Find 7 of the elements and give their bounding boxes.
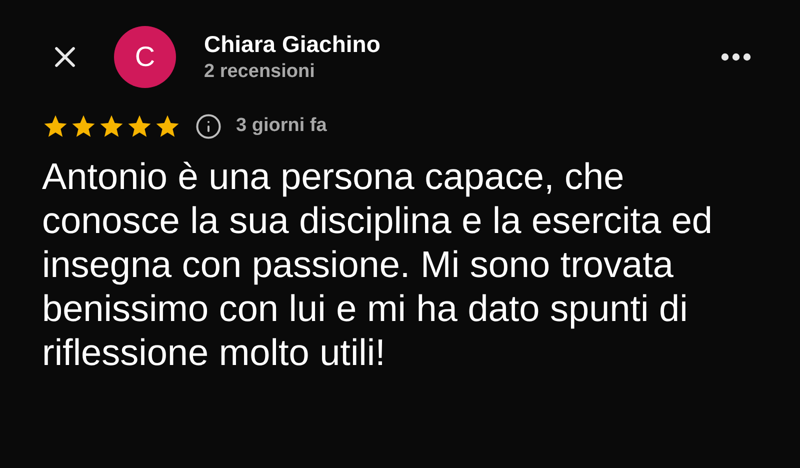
more-icon bbox=[721, 53, 751, 61]
reviewer-name: Chiara Giachino bbox=[204, 30, 380, 59]
info-icon[interactable] bbox=[195, 112, 222, 140]
review-time: 3 giorni fa bbox=[236, 114, 327, 138]
review-text: Antonio è una persona capace, che conosce la sua disciplina e la esercita ed insegna con passione. Mi sono trovata benissimo con lui e mi ha dato spunti di riflessione molto utili! bbox=[41, 154, 714, 374]
avatar: C bbox=[114, 26, 176, 88]
review-count: 2 recensioni bbox=[204, 60, 316, 84]
